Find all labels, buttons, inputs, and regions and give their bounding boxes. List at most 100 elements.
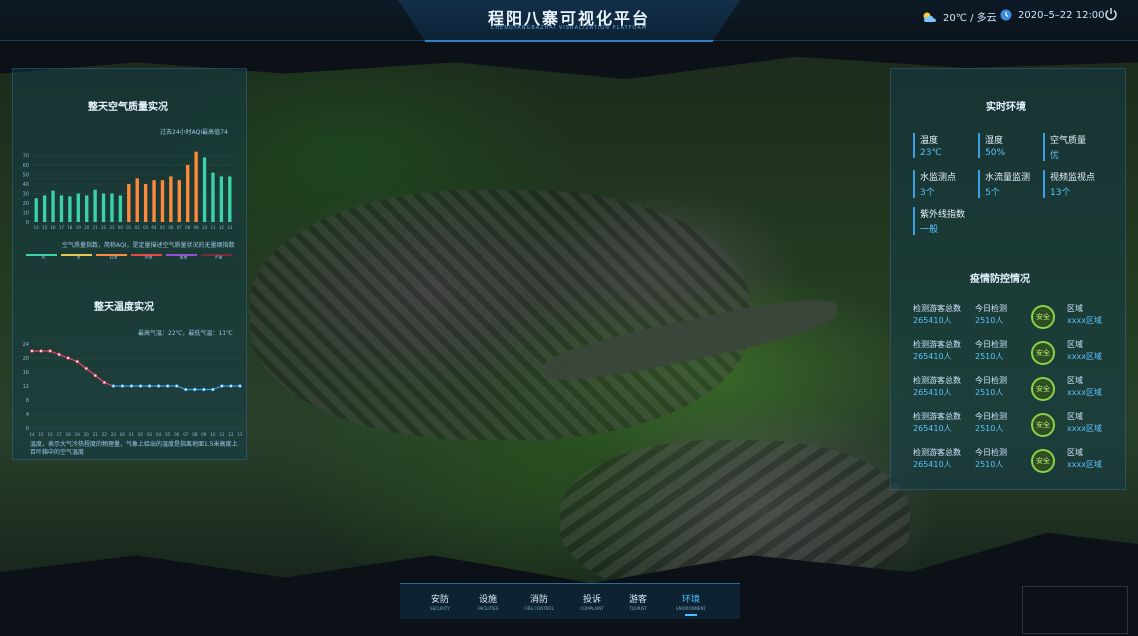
epi-value: 2510人 bbox=[975, 316, 1004, 325]
temp-point bbox=[30, 349, 34, 353]
nav-label: 消防 bbox=[529, 595, 548, 605]
temp-point bbox=[120, 384, 125, 388]
nav-facilities[interactable]: 设施 FACILITIES bbox=[468, 592, 508, 611]
temp-line-chart: 0481216202414 15 16 17 18 19 20 21 22 23 00 01 02 03 0… bbox=[23, 342, 242, 437]
title-plate: 程阳八寨可视化平台 CHENGYANGBAZHAI VISUALIZATION … bbox=[398, 0, 740, 42]
nav-security[interactable]: 安防 SECURITY bbox=[420, 592, 460, 611]
x-tick-label: 04 bbox=[156, 432, 162, 437]
temp-point bbox=[174, 384, 179, 388]
temp-point bbox=[156, 384, 161, 388]
x-tick-label: 12 bbox=[228, 432, 234, 437]
epi-label: 区域 bbox=[1067, 376, 1083, 385]
x-tick-label: 22 bbox=[102, 432, 108, 437]
env-label: 紫外线指数 bbox=[920, 210, 966, 220]
safe-badge: 安全 bbox=[1031, 341, 1055, 365]
epi-value: 2510人 bbox=[975, 424, 1004, 433]
safe-badge: 安全 bbox=[1031, 413, 1055, 437]
y-tick-label: 0 bbox=[26, 220, 29, 226]
nav-sublabel: ENVIRONMENT bbox=[676, 606, 706, 611]
x-tick-label: 14 bbox=[34, 225, 40, 230]
aqi-note: 过去24小时AQI最高值74 bbox=[160, 129, 228, 136]
x-tick-label: 01 bbox=[129, 432, 135, 437]
env-label: 水监测点 bbox=[920, 173, 957, 183]
legend-label: 严重 bbox=[215, 254, 223, 259]
env-value: 5个 bbox=[985, 188, 1000, 198]
env-label: 水流量监测 bbox=[985, 173, 1031, 183]
x-tick-label: 05 bbox=[165, 432, 171, 437]
x-tick-label: 08 bbox=[185, 225, 191, 230]
env-value: 50% bbox=[985, 148, 1006, 158]
x-tick-label: 10 bbox=[210, 432, 216, 437]
env-value: 23℃ bbox=[920, 148, 942, 158]
nav-sublabel: FIRE CONTROL bbox=[524, 606, 554, 611]
epi-row: 检测游客总数 265410人 今日检测 2510人 安全 区域 xxxx区域 bbox=[913, 339, 1103, 365]
x-tick-label: 12 bbox=[219, 225, 225, 230]
x-tick-label: 01 bbox=[126, 225, 132, 230]
epi-value: xxxx区域 bbox=[1067, 316, 1102, 325]
temp-point bbox=[48, 349, 52, 353]
env-label: 湿度 bbox=[985, 136, 1004, 146]
y-tick-label: 10 bbox=[23, 211, 29, 217]
aqi-bar bbox=[143, 184, 148, 222]
env-title: 实时环境 bbox=[986, 102, 1026, 113]
x-tick-label: 04 bbox=[151, 225, 157, 230]
epi-label: 检测游客总数 bbox=[913, 376, 961, 385]
aqi-bar bbox=[186, 165, 190, 222]
epi-label: 检测游客总数 bbox=[913, 304, 961, 313]
env-uv-index: 紫外线指数 一般 bbox=[913, 207, 980, 235]
nav-complaint[interactable]: 投诉 COMPLAINT bbox=[572, 592, 612, 611]
env-water-points: 水监测点 3个 bbox=[913, 170, 980, 198]
nav-sublabel: TOURIST bbox=[629, 606, 647, 611]
y-tick-label: 16 bbox=[23, 370, 29, 376]
x-tick-label: 02 bbox=[138, 432, 144, 437]
y-tick-label: 24 bbox=[23, 342, 29, 348]
x-tick-label: 15 bbox=[42, 225, 48, 230]
aqi-bar bbox=[110, 193, 114, 222]
epi-value: 265410人 bbox=[913, 388, 952, 397]
power-icon[interactable] bbox=[1104, 7, 1118, 21]
temp-point bbox=[39, 349, 43, 353]
aqi-bar bbox=[177, 180, 181, 222]
x-tick-label: 03 bbox=[143, 225, 149, 230]
env-label: 空气质量 bbox=[1050, 136, 1087, 146]
nav-tourist[interactable]: 游客 TOURIST bbox=[618, 592, 658, 611]
nav-fire-control[interactable]: 消防 FIRE CONTROL bbox=[519, 592, 559, 611]
temp-point bbox=[102, 380, 107, 385]
aqi-bar bbox=[118, 195, 123, 222]
epi-row: 检测游客总数 265410人 今日检测 2510人 安全 区域 xxxx区域 bbox=[913, 411, 1103, 437]
temp-point bbox=[211, 387, 215, 392]
temp-point bbox=[57, 352, 61, 357]
aqi-bar bbox=[93, 189, 97, 222]
env-value: 一般 bbox=[920, 225, 939, 235]
nav-label: 安防 bbox=[430, 595, 449, 605]
temp-point bbox=[220, 384, 224, 388]
env-video-points: 视频监视点 13个 bbox=[1043, 170, 1110, 198]
x-tick-label: 06 bbox=[174, 432, 180, 437]
temp-point bbox=[165, 384, 170, 388]
aqi-bar bbox=[228, 176, 232, 222]
epi-value: 265410人 bbox=[913, 460, 952, 469]
epi-value: xxxx区域 bbox=[1067, 352, 1102, 361]
aqi-bar bbox=[160, 180, 165, 222]
aqi-bar bbox=[211, 172, 215, 222]
aqi-bar bbox=[51, 190, 55, 222]
epi-row: 检测游客总数 265410人 今日检测 2510人 安全 区域 xxxx区域 bbox=[913, 303, 1103, 329]
aqi-bar bbox=[219, 176, 224, 222]
epi-label: 今日检测 bbox=[975, 304, 1007, 313]
temp-point bbox=[192, 387, 197, 392]
x-tick-label: 13 bbox=[237, 432, 242, 437]
x-tick-label: 20 bbox=[84, 225, 90, 230]
epi-label: 今日检测 bbox=[975, 376, 1007, 385]
y-tick-label: 30 bbox=[23, 192, 29, 198]
x-tick-label: 10 bbox=[202, 225, 208, 230]
y-tick-label: 20 bbox=[23, 356, 29, 362]
epi-label: 今日检测 bbox=[975, 412, 1007, 421]
epi-row: 检测游客总数 265410人 今日检测 2510人 安全 区域 xxxx区域 bbox=[913, 447, 1103, 473]
nav-label: 游客 bbox=[628, 595, 647, 605]
y-tick-label: 40 bbox=[23, 182, 29, 188]
safe-badge: 安全 bbox=[1031, 449, 1055, 473]
aqi-bar bbox=[101, 193, 106, 222]
aqi-caption: 空气质量指数，简称AQI，是定量描述空气质量状况的无量纲指数 bbox=[62, 242, 235, 249]
aqi-bar bbox=[135, 178, 139, 222]
nav-environment[interactable]: 环境 ENVIRONMENT bbox=[671, 592, 711, 616]
